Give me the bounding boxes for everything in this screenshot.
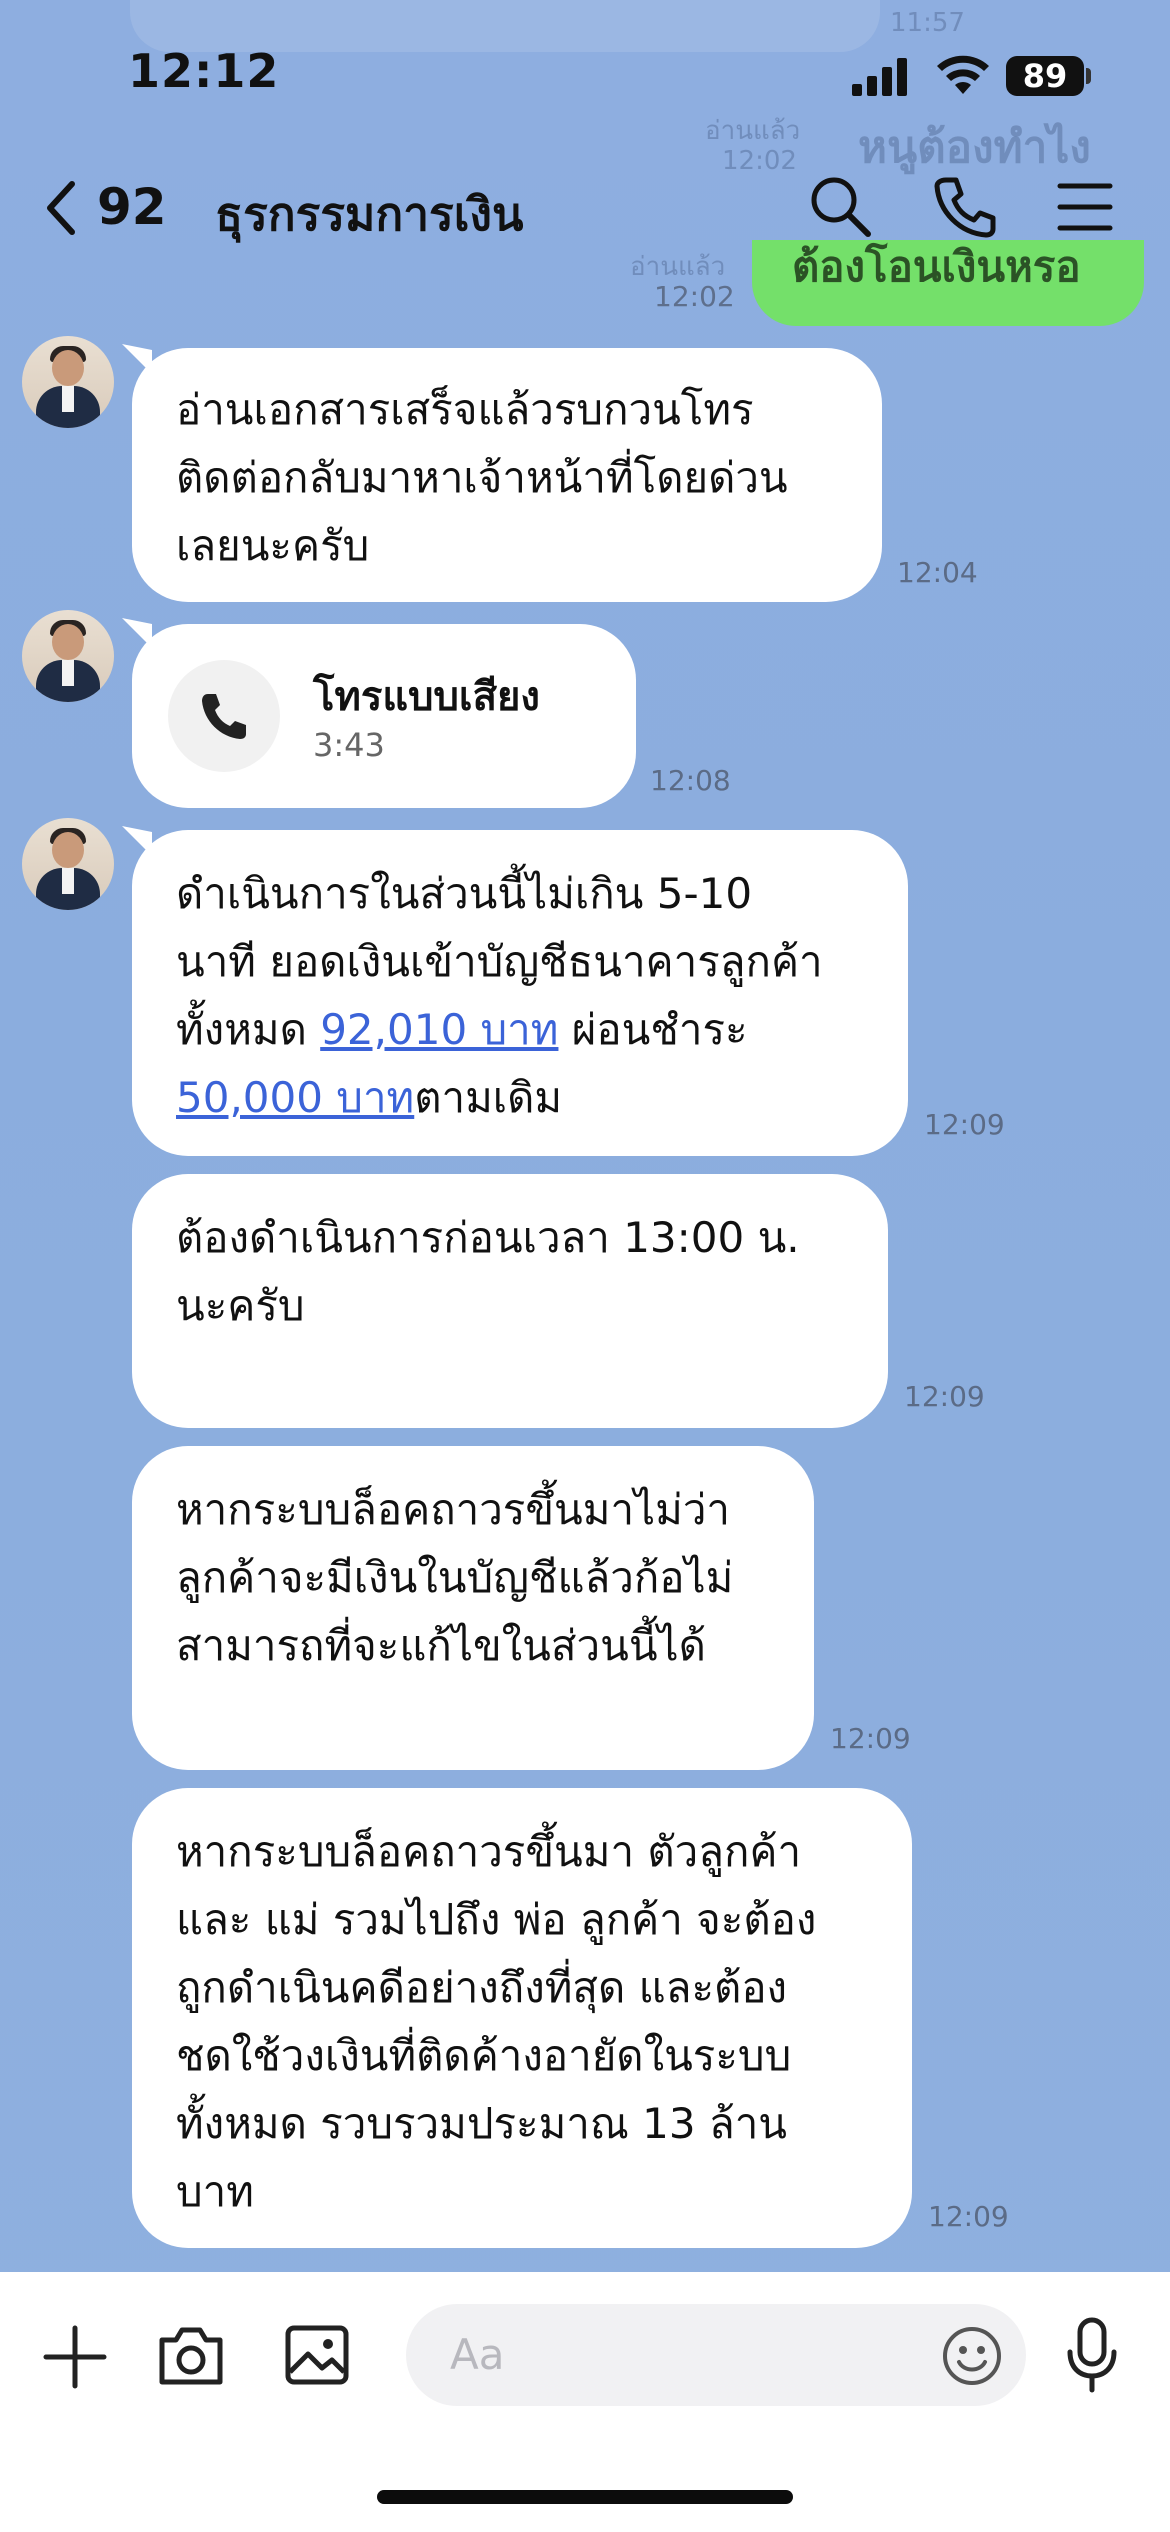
unread-count[interactable]: 92 (97, 178, 167, 236)
message-time: 12:09 (928, 2200, 1009, 2233)
message-time: 12:09 (904, 1380, 985, 1413)
received-message-bubble[interactable]: ดำเนินการในส่วนนี้ไม่เกิน 5-10 นาที ยอดเ… (132, 830, 908, 1156)
received-message-bubble[interactable]: หากระบบล็อคถาวรขึ้นมาไม่ว่า ลูกค้าจะมีเง… (132, 1446, 814, 1770)
faded-read-label: อ่านแล้ว (705, 116, 801, 146)
microphone-icon[interactable] (1062, 2316, 1122, 2396)
phone-call-icon[interactable] (930, 172, 1000, 242)
back-chevron-icon[interactable] (42, 180, 82, 236)
image-icon[interactable] (282, 2320, 352, 2390)
wifi-icon (937, 55, 989, 94)
camera-icon[interactable] (154, 2320, 228, 2390)
emoji-icon[interactable] (940, 2324, 1004, 2388)
avatar[interactable] (22, 336, 114, 428)
cellular-signal-icon (852, 56, 912, 96)
phone-icon (202, 694, 246, 739)
avatar[interactable] (22, 610, 114, 702)
message-time: 12:08 (650, 764, 731, 797)
received-message-bubble[interactable]: หากระบบล็อคถาวรขึ้นมา ตัวลูกค้า และ แม่ … (132, 1788, 912, 2248)
message-line: 50,000 บาทตามเดิม (176, 1073, 563, 1122)
sent-message-bubble[interactable]: ต้องโอนเงินหรอ (752, 240, 1144, 326)
call-title: โทรแบบเสียง (313, 674, 540, 720)
message-time: 12:09 (924, 1108, 1005, 1141)
menu-icon[interactable] (1050, 172, 1120, 242)
message-line: นาที ยอดเงินเข้าบัญชีธนาคารลูกค้า (176, 937, 823, 986)
message-time: 12:09 (830, 1722, 911, 1755)
avatar[interactable] (22, 818, 114, 910)
received-message-bubble[interactable]: ต้องดำเนินการก่อนเวลา 13:00 น. นะครับ (132, 1174, 888, 1428)
amount-link[interactable]: 50,000 บาท (176, 1073, 414, 1122)
amount-link[interactable]: 92,010 บาท (320, 1005, 558, 1054)
message-line: ทั้งหมด 92,010 บาท ผ่อนชำระ (176, 1005, 748, 1054)
chat-title: ธุรกรรมการเงิน (215, 187, 524, 241)
message-time: 12:04 (897, 556, 978, 589)
message-time: 12:02 (654, 280, 735, 313)
faded-time: 11:57 (890, 8, 965, 38)
message-line: ดำเนินการในส่วนนี้ไม่เกิน 5-10 (176, 869, 753, 918)
call-duration: 3:43 (313, 726, 385, 764)
search-icon[interactable] (806, 172, 876, 242)
home-indicator (377, 2490, 793, 2504)
battery-indicator: 89 (1006, 56, 1084, 96)
voice-call-button[interactable] (168, 660, 280, 772)
received-message-bubble[interactable]: อ่านเอกสารเสร็จแล้วรบกวนโทร ติดต่อกลับมา… (132, 348, 882, 602)
message-input-placeholder: Aa (450, 2330, 505, 2379)
faded-time: 12:02 (722, 146, 797, 176)
battery-nub (1086, 68, 1091, 84)
status-time: 12:12 (128, 44, 280, 98)
sent-message-text: ต้องโอนเงินหรอ (792, 242, 1081, 291)
plus-icon[interactable] (40, 2322, 110, 2392)
